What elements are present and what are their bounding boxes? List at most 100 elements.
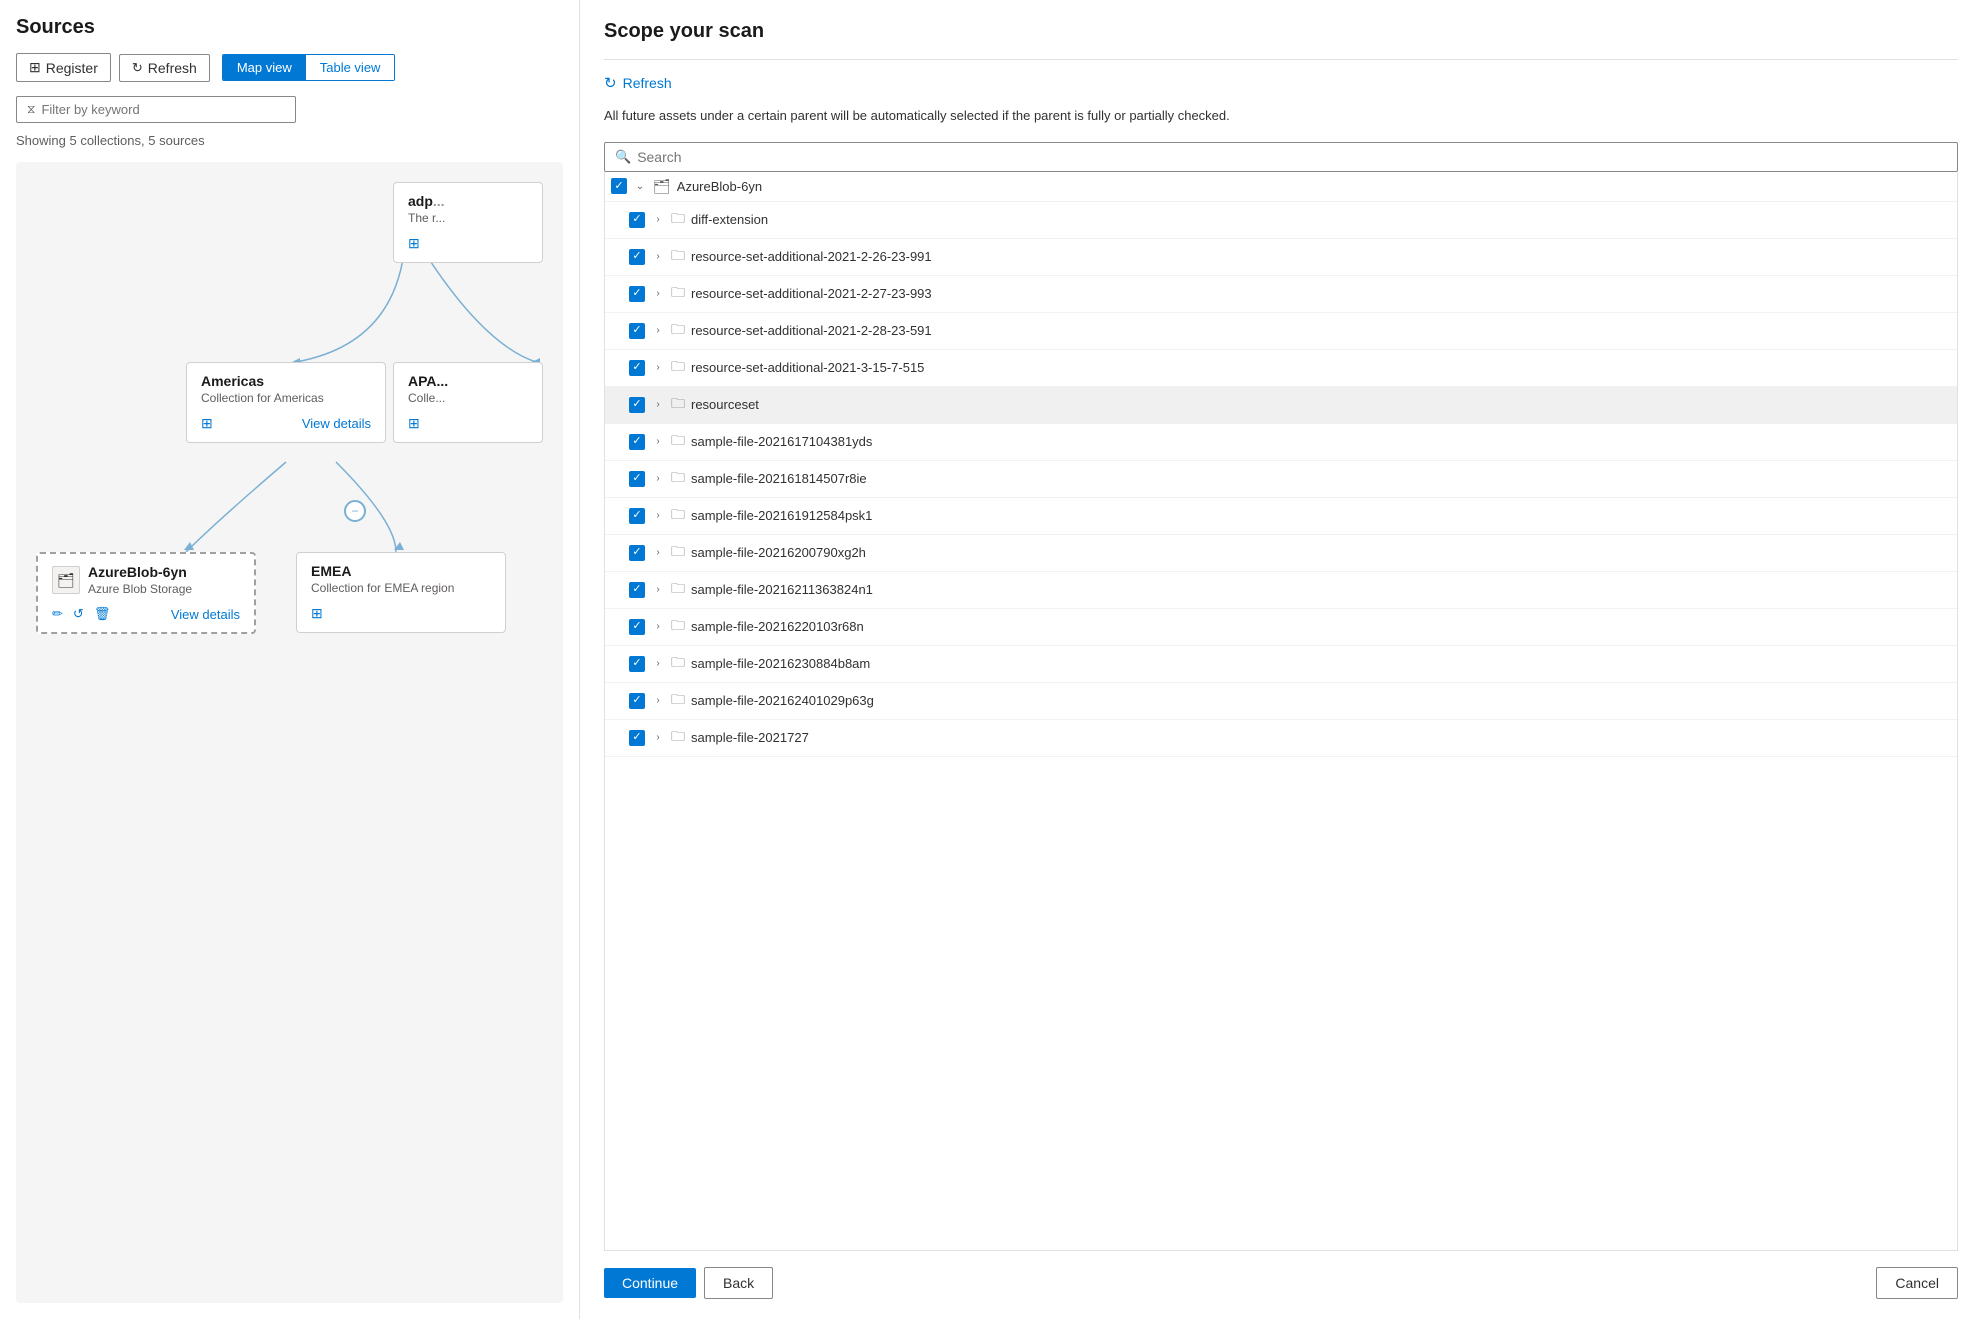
filter-input-wrap: ⧖ bbox=[16, 96, 296, 123]
tree-item[interactable]: ✓ › 🗀 sample-file-202161814507r8ie bbox=[605, 461, 1957, 498]
refresh-button-left[interactable]: ↻ Refresh bbox=[119, 54, 210, 82]
item-checkbox-14[interactable]: ✓ bbox=[629, 730, 645, 746]
item-chevron-icon-3[interactable]: › bbox=[651, 325, 665, 336]
item-folder-icon-3: 🗀 bbox=[671, 319, 685, 343]
tree-item[interactable]: ✓ › 🗀 sample-file-20216220103r68n bbox=[605, 609, 1957, 646]
americas-card-subtitle: Collection for Americas bbox=[201, 391, 371, 405]
scope-description: All future assets under a certain parent… bbox=[604, 106, 1958, 126]
item-chevron-icon-1[interactable]: › bbox=[651, 251, 665, 262]
tree-item[interactable]: ✓ › 🗀 resource-set-additional-2021-2-27-… bbox=[605, 276, 1957, 313]
tree-item[interactable]: ✓ › 🗀 diff-extension bbox=[605, 202, 1957, 239]
tree-item[interactable]: ✓ › 🗀 sample-file-20216230884b8am bbox=[605, 646, 1957, 683]
item-check-icon-10: ✓ bbox=[632, 584, 641, 595]
tree-item[interactable]: ✓ › 🗀 sample-file-2021727 bbox=[605, 720, 1957, 757]
item-checkbox-10[interactable]: ✓ bbox=[629, 582, 645, 598]
root-item-name: AzureBlob-6yn bbox=[677, 179, 762, 194]
tree-item[interactable]: ✓ › 🗀 resource-set-additional-2021-2-26-… bbox=[605, 239, 1957, 276]
tree-container[interactable]: ✓ ⌄ 🗂 AzureBlob-6yn ✓ › 🗀 diff-extension… bbox=[604, 172, 1958, 1252]
item-checkbox-12[interactable]: ✓ bbox=[629, 656, 645, 672]
delete-icon[interactable]: 🗑 bbox=[94, 606, 111, 622]
tree-item[interactable]: ✓ › 🗀 sample-file-20216211363824n1 bbox=[605, 572, 1957, 609]
item-chevron-icon-8[interactable]: › bbox=[651, 510, 665, 521]
edit-icon[interactable]: ✏ bbox=[52, 606, 63, 622]
emea-grid-icon: ⊞ bbox=[311, 605, 323, 622]
item-checkbox-8[interactable]: ✓ bbox=[629, 508, 645, 524]
apac-card-title: APA... bbox=[408, 373, 528, 389]
item-checkbox-6[interactable]: ✓ bbox=[629, 434, 645, 450]
item-folder-icon-7: 🗀 bbox=[671, 467, 685, 491]
item-check-icon-11: ✓ bbox=[632, 621, 641, 632]
tree-item[interactable]: ✓ › 🗀 resourceset bbox=[605, 387, 1957, 424]
item-checkbox-1[interactable]: ✓ bbox=[629, 249, 645, 265]
refresh-button-right[interactable]: ↻ Refresh bbox=[604, 74, 1958, 92]
tree-item[interactable]: ✓ › 🗀 resource-set-additional-2021-2-28-… bbox=[605, 313, 1957, 350]
item-checkbox-2[interactable]: ✓ bbox=[629, 286, 645, 302]
item-checkbox-3[interactable]: ✓ bbox=[629, 323, 645, 339]
item-chevron-icon-7[interactable]: › bbox=[651, 473, 665, 484]
item-check-icon-12: ✓ bbox=[632, 658, 641, 669]
register-button[interactable]: ⊞ Register bbox=[16, 53, 111, 82]
item-check-icon-9: ✓ bbox=[632, 547, 641, 558]
azureblob-card: 🗂 AzureBlob-6yn Azure Blob Storage ✏ ↺ 🗑… bbox=[36, 552, 256, 634]
item-chevron-icon-5[interactable]: › bbox=[651, 399, 665, 410]
tree-item[interactable]: ✓ › 🗀 resource-set-additional-2021-3-15-… bbox=[605, 350, 1957, 387]
map-area: − adp... The r... ⊞ Americas Collection … bbox=[16, 162, 563, 1303]
item-name-5: resourceset bbox=[691, 397, 759, 412]
refresh-label-left: Refresh bbox=[148, 60, 197, 76]
tree-item[interactable]: ✓ › 🗀 sample-file-2021617104381yds bbox=[605, 424, 1957, 461]
search-input[interactable] bbox=[637, 149, 1947, 165]
item-checkbox-0[interactable]: ✓ bbox=[629, 212, 645, 228]
item-chevron-icon-0[interactable]: › bbox=[651, 214, 665, 225]
item-chevron-icon-14[interactable]: › bbox=[651, 732, 665, 743]
azureblob-card-header: 🗂 AzureBlob-6yn Azure Blob Storage bbox=[52, 564, 240, 596]
adp-card: adp... The r... ⊞ bbox=[393, 182, 543, 263]
map-view-button[interactable]: Map view bbox=[223, 55, 306, 80]
adp-card-icons: ⊞ bbox=[408, 235, 528, 252]
americas-grid-icon: ⊞ bbox=[201, 415, 213, 432]
continue-button[interactable]: Continue bbox=[604, 1268, 696, 1298]
root-checkbox[interactable]: ✓ bbox=[611, 178, 627, 194]
tree-item[interactable]: ✓ › 🗀 sample-file-202161912584psk1 bbox=[605, 498, 1957, 535]
rescan-icon[interactable]: ↺ bbox=[73, 606, 84, 622]
tree-item[interactable]: ✓ › 🗀 sample-file-20216200790xg2h bbox=[605, 535, 1957, 572]
azureblob-view-details-link[interactable]: View details bbox=[171, 607, 240, 622]
root-chevron-icon[interactable]: ⌄ bbox=[633, 181, 647, 192]
search-wrap: 🔍 bbox=[604, 142, 1958, 172]
filter-input[interactable] bbox=[41, 102, 285, 117]
item-checkbox-7[interactable]: ✓ bbox=[629, 471, 645, 487]
item-checkbox-4[interactable]: ✓ bbox=[629, 360, 645, 376]
cancel-button[interactable]: Cancel bbox=[1876, 1267, 1958, 1299]
back-button[interactable]: Back bbox=[704, 1267, 773, 1299]
item-chevron-icon-11[interactable]: › bbox=[651, 621, 665, 632]
item-folder-icon-9: 🗀 bbox=[671, 541, 685, 565]
item-chevron-icon-6[interactable]: › bbox=[651, 436, 665, 447]
item-checkbox-9[interactable]: ✓ bbox=[629, 545, 645, 561]
tree-item[interactable]: ✓ › 🗀 sample-file-202162401029p63g bbox=[605, 683, 1957, 720]
item-chevron-icon-13[interactable]: › bbox=[651, 695, 665, 706]
americas-card-icons: ⊞ View details bbox=[201, 415, 371, 432]
tree-root-item[interactable]: ✓ ⌄ 🗂 AzureBlob-6yn bbox=[605, 172, 1957, 202]
item-check-icon-4: ✓ bbox=[632, 362, 641, 373]
item-checkbox-13[interactable]: ✓ bbox=[629, 693, 645, 709]
item-checkbox-5[interactable]: ✓ bbox=[629, 397, 645, 413]
item-folder-icon-0: 🗀 bbox=[671, 208, 685, 232]
emea-card-icons: ⊞ bbox=[311, 605, 491, 622]
apac-card: APA... Colle... ⊞ bbox=[393, 362, 543, 443]
item-chevron-icon-9[interactable]: › bbox=[651, 547, 665, 558]
item-name-14: sample-file-2021727 bbox=[691, 730, 809, 745]
showing-text: Showing 5 collections, 5 sources bbox=[16, 133, 563, 148]
item-check-icon-14: ✓ bbox=[632, 732, 641, 743]
item-checkbox-11[interactable]: ✓ bbox=[629, 619, 645, 635]
filter-icon: ⧖ bbox=[27, 102, 35, 117]
item-chevron-icon-10[interactable]: › bbox=[651, 584, 665, 595]
table-view-button[interactable]: Table view bbox=[306, 55, 395, 80]
item-folder-icon-8: 🗀 bbox=[671, 504, 685, 528]
view-toggle: Map view Table view bbox=[222, 54, 396, 81]
americas-view-details-link[interactable]: View details bbox=[302, 416, 371, 431]
item-chevron-icon-12[interactable]: › bbox=[651, 658, 665, 669]
item-chevron-icon-2[interactable]: › bbox=[651, 288, 665, 299]
minus-icon[interactable]: − bbox=[344, 500, 366, 522]
item-chevron-icon-4[interactable]: › bbox=[651, 362, 665, 373]
item-folder-icon-10: 🗀 bbox=[671, 578, 685, 602]
left-panel: Sources ⊞ Register ↻ Refresh Map view Ta… bbox=[0, 0, 580, 1319]
